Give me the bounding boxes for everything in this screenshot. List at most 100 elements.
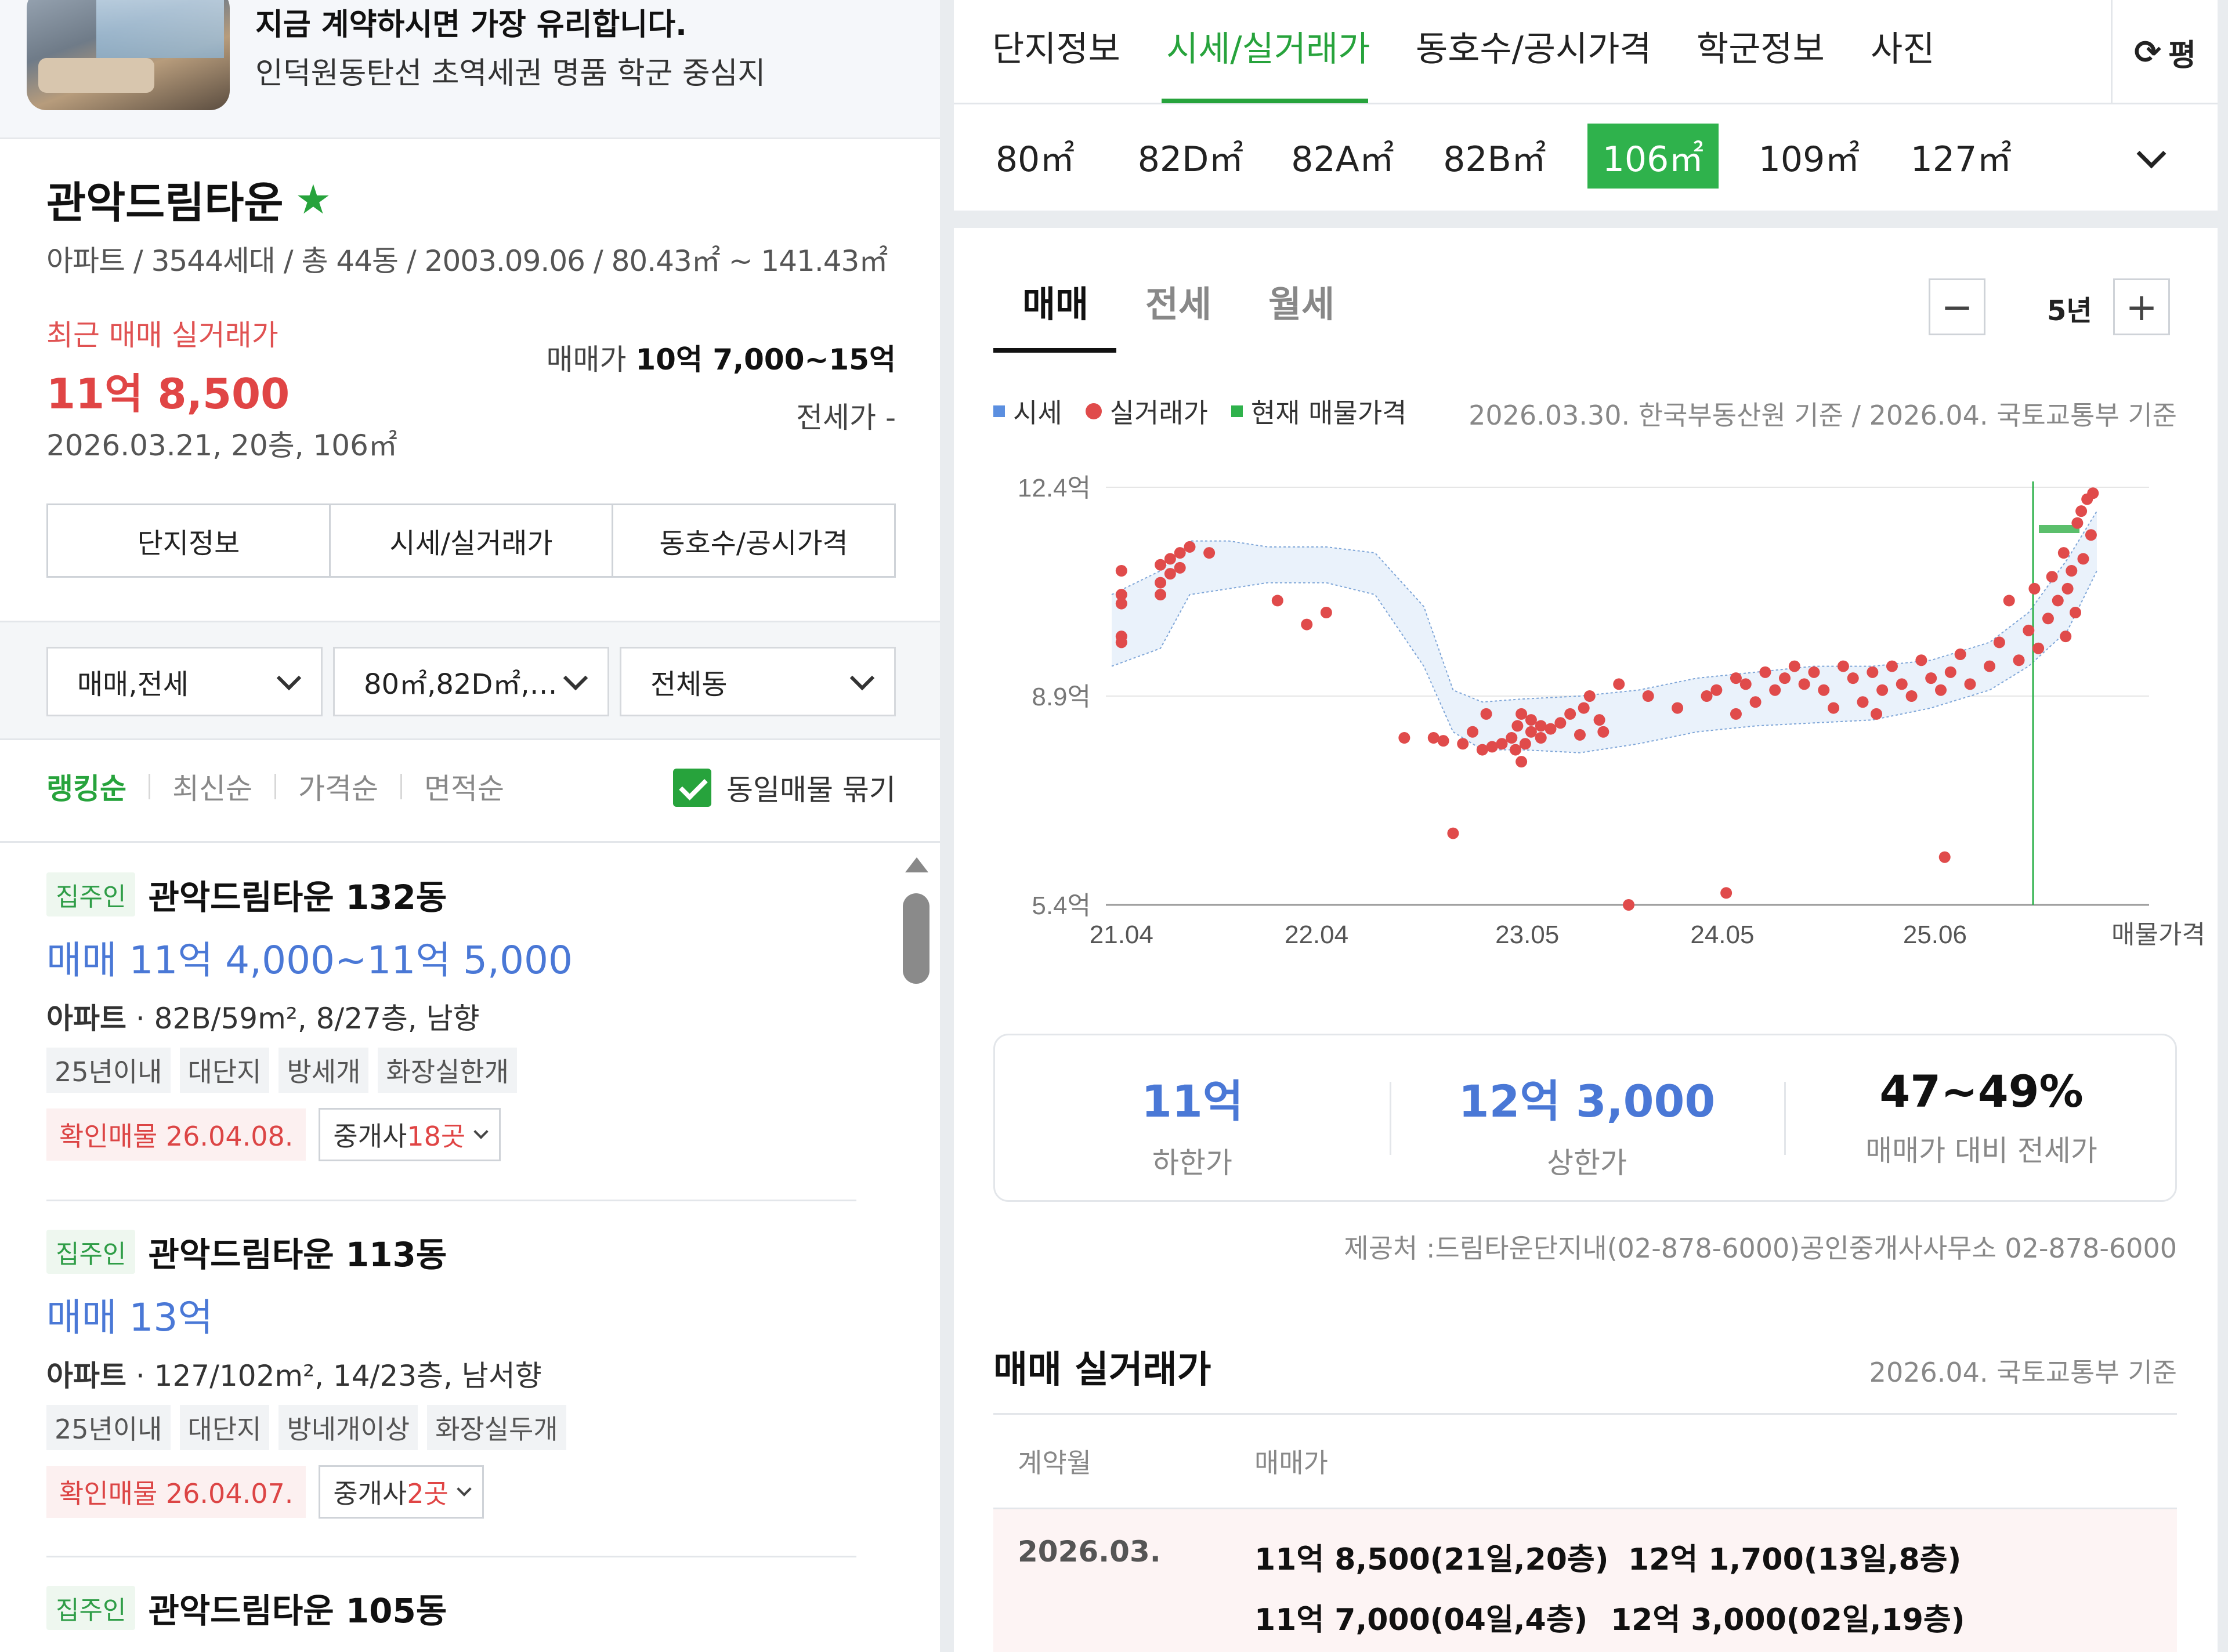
deal-point [1779,672,1791,684]
tab-school-info[interactable]: 학군정보 [1697,21,1825,71]
deal-point [1115,597,1127,610]
sort-options: 랭킹순 최신순 가격순 면적순 [46,766,504,807]
listing-item[interactable]: 집주인 관악드림타운 113동 매매 13억 아파트 · 127/102m², … [46,1227,859,1519]
building-dropdown[interactable]: 전체동 [620,647,896,716]
complex-info: 아파트 / 3544세대 / 총 44동 / 2003.09.06 / 80.4… [46,244,888,278]
expand-areas-chevron-icon[interactable] [2136,139,2166,169]
favorite-star-icon[interactable]: ★ [295,179,331,220]
listing-item[interactable]: 집주인 관악드림타운 132동 매매 11억 4,000~11억 5,000 아… [46,870,859,1161]
tab-monthly-rent[interactable]: 월세 [1268,275,1334,327]
sort-ranking[interactable]: 랭킹순 [46,766,126,807]
tab-complex-info[interactable]: 단지정보 [992,21,1120,71]
deal-point [1876,684,1889,696]
listing-name: 관악드림타운 113동 [148,1235,447,1274]
deal-point [1818,684,1830,696]
tab-price-deals[interactable]: 시세/실거래가 [1166,21,1370,71]
tab-complex-info[interactable]: 단지정보 [48,505,331,576]
agent-count: 18곳 [407,1121,466,1152]
panel-divider [940,0,954,1652]
trade-type-dropdown[interactable]: 매매,전세 [46,647,323,716]
unit-toggle-label: 평 [2168,38,2196,73]
deal-point [1115,636,1127,649]
deal-point [1739,678,1752,690]
deal-point [1808,666,1820,678]
active-tab-indicator [1162,99,1368,103]
stat-upper-label: 상한가 [1547,1146,1627,1180]
tab-jeonse[interactable]: 전세 [1145,275,1211,327]
legend-market: 시세 [1013,397,1062,429]
filter-bar: 매매,전세 80㎡,82D㎡,… 전체동 [0,621,940,740]
area-option[interactable]: 109㎡ [1745,124,1873,189]
building-filter-value: 전체동 [650,668,728,701]
chart-source: 2026.03.30. 한국부동산원 기준 / 2026.04. 국토교통부 기… [1469,400,2177,431]
deal-point [2070,607,2082,618]
listing-name: 관악드림타운 132동 [148,878,447,917]
price-chart[interactable]: 12.4억 8.9억 5.4억21.04 22.04 23.05 24.05 25.06 매물… [954,441,2218,963]
agent-count-button[interactable]: 중개사 2곳 [319,1465,484,1519]
area-option[interactable]: 82D㎡ [1127,124,1254,189]
agent-count: 2곳 [407,1478,449,1509]
deal-point [2042,613,2054,625]
deal-point [1642,690,1654,702]
area-dropdown[interactable]: 80㎡,82D㎡,… [333,647,609,716]
tab-price-deals[interactable]: 시세/실거래가 [331,505,613,576]
area-option[interactable]: 82A㎡ [1279,124,1406,189]
tab-sale[interactable]: 매매 [1022,275,1088,327]
table-row: 2026.03. 11억 8,500(21일,20층) 12억 1,700(13… [993,1508,2177,1652]
listing-tag: 방세개 [278,1048,369,1093]
deal-point [1935,684,1947,696]
deal-point [1905,690,1918,702]
listing-item[interactable]: 집주인 관악드림타운 105동 [46,1584,859,1632]
deal-point [1710,684,1723,696]
listing-tag: 화장실두개 [427,1405,566,1450]
group-same-listings-toggle[interactable]: 동일매물 묶기 [673,767,896,809]
listing-spec: · 127/102m², 14/23층, 남서향 [126,1359,542,1393]
tab-unit-official-price[interactable]: 동호수/공시가격 [1416,21,1652,71]
deal-point [2013,654,2025,666]
deal-point [1155,559,1167,571]
deal-point [1857,696,1869,708]
deal-point [1672,702,1684,714]
deal-point [1398,732,1410,744]
listing-name: 관악드림타운 105동 [148,1591,447,1631]
chevron-down-icon [563,665,588,691]
sale-range-value: 10억 7,000~15억 [635,343,896,376]
complex-name: 관악드림타운 [46,178,284,228]
area-option[interactable]: 82B㎡ [1431,124,1558,189]
area-option[interactable]: 127㎡ [1897,124,2025,189]
agent-count-button[interactable]: 중개사 18곳 [319,1108,501,1161]
area-option[interactable]: 80㎡ [977,124,1093,189]
deal-point [1535,732,1547,744]
deal-point [1506,732,1518,744]
sort-newest[interactable]: 최신순 [172,766,252,807]
tab-unit-official-price[interactable]: 동호수/공시가격 [613,505,894,576]
sort-area[interactable]: 면적순 [424,766,504,807]
zoom-out-button[interactable]: − [1929,278,1985,335]
deal-point [2003,595,2015,607]
trade-entry: 12억 3,000(02일,19층) [1611,1603,1965,1637]
listing-tag: 25년이내 [46,1048,171,1093]
checkbox-checked-icon[interactable] [673,769,711,807]
deal-point [1164,553,1176,565]
stat-ratio-value: 47~49% [1879,1066,2084,1117]
scrollbar-thumb[interactable] [903,893,929,984]
agent-label: 중개사 [333,1478,407,1509]
listing-type: 아파트 [46,1359,126,1393]
trade-entry: 11억 7,000(04일,4층) [1254,1603,1588,1637]
scroll-up-arrow-icon[interactable] [905,857,928,872]
sort-price[interactable]: 가격순 [298,766,378,807]
deal-point [1174,561,1186,574]
ad-banner[interactable]: 지금 계약하시면 가장 유리합니다. 인덕원동탄선 초역세권 명품 학군 중심지 [0,0,940,139]
deal-point [1496,738,1508,750]
minus-icon: − [1941,284,1973,329]
zoom-in-button[interactable]: + [2113,278,2170,335]
deal-point [1437,735,1449,747]
area-option-selected[interactable]: 106㎡ [1587,124,1719,189]
trade-history-basis: 2026.04. 국토교통부 기준 [1869,1357,2177,1388]
tab-photos[interactable]: 사진 [1871,21,1934,71]
jeonse-price: 전세가 - [796,401,896,434]
deal-point [1954,649,1966,660]
plus-icon: + [2125,284,2158,329]
deal-point [1115,565,1127,577]
unit-toggle-button[interactable]: ⟳ 평 [2111,0,2218,104]
